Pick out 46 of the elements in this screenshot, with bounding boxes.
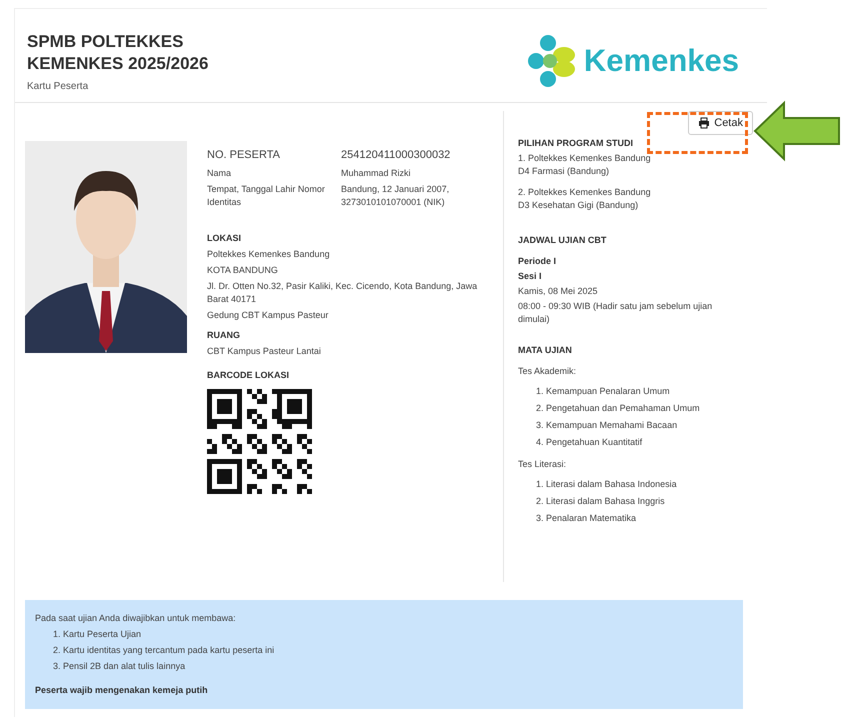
logo-icon [528,33,578,89]
field-value: 254120411000300032 [341,149,452,162]
subject-item: 3. Kemampuan Memahami Bacaan [535,419,678,432]
notice-text: Pada saat ujian Anda diwajibkan untuk membawa: [35,612,237,625]
subject-item: 3. Penalaran Matematika [535,512,638,525]
subject-item: 2. Literasi dalam Bahasa Inggris [535,495,666,508]
logo-text: Kemenkes [584,43,739,79]
field-label: Tempat, Tanggal Lahir Nomor Identitas [207,183,326,209]
section-heading: RUANG [207,329,241,342]
page-title: SPMB POLTEKKES KEMENKES 2025/2026 [27,31,208,75]
subject-item: 1. Literasi dalam Bahasa Indonesia [535,478,678,491]
program-text: D4 Farmasi (Bandung) [518,165,610,178]
section-heading: BARCODE LOKASI [207,369,290,382]
group-title: Tes Literasi: [518,458,568,471]
location-text: KOTA BANDUNG [207,264,279,277]
print-button[interactable]: Cetak [688,111,753,135]
subject-item: 4. Pengetahuan Kuantitatif [535,436,644,449]
session-text: Sesi I [518,270,543,283]
room-text: CBT Kampus Pasteur Lantai [207,345,322,358]
period-text: Periode I [518,255,558,268]
subject-item: 1. Kemampuan Penalaran Umum [535,385,671,398]
program-text: D3 Kesehatan Gigi (Bandung) [518,199,640,212]
notice-item: 1. Kartu Peserta Ujian [52,628,142,641]
field-label: Nama [207,167,232,180]
time-text: 08:00 - 09:30 WIB (Hadir satu jam sebelum ujian dimulai) [518,300,714,326]
group-title: Tes Akademik: [518,365,578,378]
location-text: Jl. Dr. Otten No.32, Pasir Kaliki, Kec. Cicendo, Kota Bandung, Jawa Barat 40171 [207,280,478,306]
section-heading: MATA UJIAN [518,344,573,357]
program-text: 1. Poltekkes Kemenkes Bandung [518,152,652,165]
section-heading: JADWAL UJIAN CBT [518,234,608,247]
section-heading: PILIHAN PROGRAM STUDI [518,137,634,150]
section-heading: LOKASI [207,232,242,245]
notice-item: 2. Kartu identitas yang tercantum pada kartu peserta ini [52,644,276,657]
arrow-icon [752,100,842,162]
notice-item: 3. Pensil 2B dan alat tulis lainnya [52,660,186,673]
location-text: Gedung CBT Kampus Pasteur [207,309,330,322]
field-label: NO. PESERTA [207,149,281,162]
program-text: 2. Poltekkes Kemenkes Bandung [518,186,652,199]
date-text: Kamis, 08 Mei 2025 [518,285,599,298]
notice-footer: Peserta wajib mengenakan kemeja putih [35,684,733,697]
location-text: Poltekkes Kemenkes Bandung [207,248,331,261]
card-subtitle: Kartu Peserta [27,81,90,92]
field-value: Bandung, 12 Januari 2007, 3273010101070001 (NIK) [341,183,450,209]
subject-item: 2. Pengetahuan dan Pemahaman Umum [535,402,701,415]
field-value: Muhammad Rizki [341,167,412,180]
printer-icon [698,117,710,129]
